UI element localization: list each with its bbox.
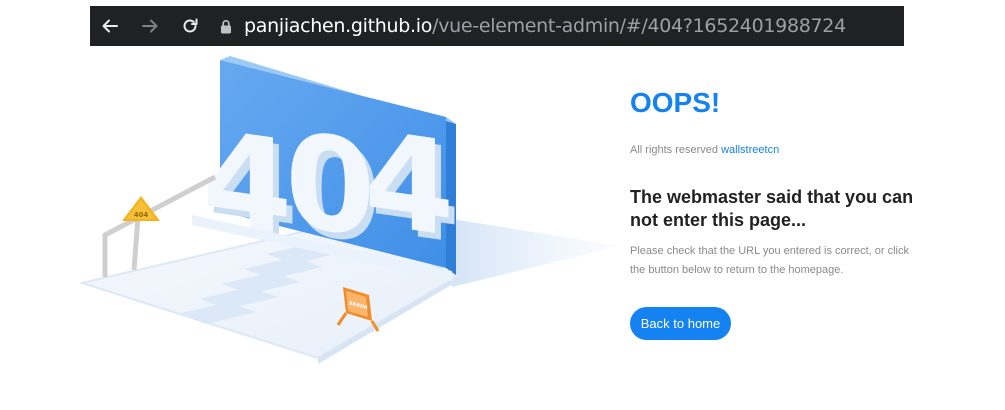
url-host: panjiachen.github.io	[244, 15, 433, 37]
arrow-right-icon	[142, 19, 158, 33]
oops-title: OOPS!	[630, 87, 721, 118]
back-button[interactable]	[90, 6, 130, 46]
reload-button[interactable]	[170, 6, 210, 46]
reload-icon	[183, 18, 198, 33]
light-beam	[452, 219, 620, 287]
error-headline: The webmaster said that you can not ente…	[630, 187, 914, 230]
rights-link[interactable]: wallstreetcn	[721, 144, 779, 156]
lock-icon	[218, 6, 234, 46]
svg-text:404: 404	[134, 211, 149, 219]
forward-button[interactable]	[130, 6, 170, 46]
illustration-404: 4 0 4 4 0 4 404 ERROR	[80, 56, 620, 364]
address-bar[interactable]: panjiachen.github.io/vue-element-admin/#…	[218, 6, 846, 46]
rights-prefix: All rights reserved	[630, 144, 719, 156]
page: panjiachen.github.io/vue-element-admin/#…	[0, 0, 1005, 410]
error-info: Please check that the URL you entered is…	[630, 245, 909, 276]
browser-toolbar: panjiachen.github.io/vue-element-admin/#…	[90, 6, 904, 46]
rights-text: All rights reserved wallstreetcn	[630, 142, 779, 158]
svg-text:4: 4	[364, 103, 454, 267]
back-to-home-button[interactable]: Back to home	[630, 307, 731, 340]
url-path: /vue-element-admin/#/404?1652401988724	[432, 15, 846, 37]
arrow-left-icon	[102, 19, 118, 33]
